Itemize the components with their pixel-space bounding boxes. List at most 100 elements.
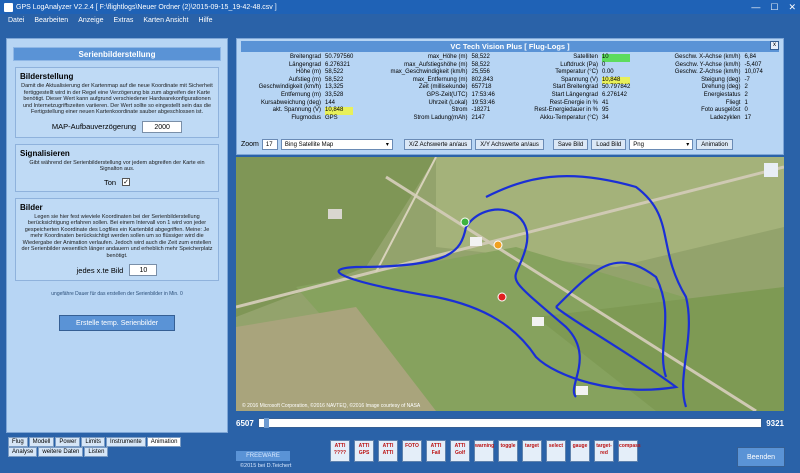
- battery-data-value: 6.276142: [601, 91, 627, 98]
- group-description: Damit die Aktualisierung der Kartenmap a…: [21, 83, 213, 115]
- menu-datei[interactable]: Datei: [8, 17, 24, 24]
- flight-data-label: Kursabweichung (deg): [260, 99, 321, 106]
- tool-icon-warning[interactable]: warning: [474, 440, 494, 462]
- flight-data-value: 33,528: [325, 91, 344, 98]
- interval-label: jedes x.te Bild: [76, 265, 124, 275]
- battery-data-label: Start Breitengrad: [552, 84, 598, 91]
- motion-data-value: 6,84: [744, 54, 757, 60]
- animation-button[interactable]: Animation: [696, 139, 733, 150]
- motion-data-value: 1: [744, 99, 748, 106]
- flight-data-value: 10,848: [325, 107, 354, 115]
- motion-data-value: -5,407: [744, 61, 762, 68]
- map-delay-input[interactable]: 2000: [142, 120, 183, 133]
- tab-flug[interactable]: Flug: [8, 437, 28, 447]
- map-settings-icon[interactable]: [764, 163, 778, 177]
- tab-listen[interactable]: Listen: [84, 447, 109, 457]
- signal-group: Signalisieren Gibt während der Serienbil…: [15, 143, 219, 192]
- battery-data-label: Spannung (V): [560, 76, 598, 83]
- battery-data-label: Akku-Temperatur (°C): [539, 114, 598, 121]
- create-series-button[interactable]: Erstelle temp. Serienbilder: [59, 315, 175, 331]
- duration-text: ungefähre Dauer für das erstellen der Se…: [51, 291, 183, 297]
- map-type-select[interactable]: Bing Satellite Map ▾: [280, 139, 393, 150]
- exit-button[interactable]: Beenden: [737, 447, 785, 467]
- menu-bar: Datei Bearbeiten Anzeige Extras Karten A…: [0, 14, 800, 27]
- tab-instrumente[interactable]: Instrumente: [106, 437, 146, 447]
- menu-bearbeiten[interactable]: Bearbeiten: [34, 17, 68, 24]
- flight-stats-value: 17:53:46: [471, 91, 495, 98]
- save-image-button[interactable]: Save Bild: [552, 139, 589, 150]
- tool-icon-toggle[interactable]: toggle: [498, 440, 518, 462]
- motion-data-value: 17: [744, 114, 752, 121]
- menu-anzeige[interactable]: Anzeige: [78, 17, 103, 24]
- menu-hilfe[interactable]: Hilfe: [198, 17, 212, 24]
- home-marker: [460, 217, 470, 227]
- motion-data-label: Fliegt: [725, 99, 741, 106]
- tool-icon-atti-golf[interactable]: ATTI Golf: [450, 440, 470, 462]
- motion-data-label: Geschw. X-Achse (km/h): [674, 54, 741, 60]
- bilderstellung-group: Bilderstellung Damit die Aktualisierung …: [15, 67, 219, 138]
- flight-stats-value: 19:53:46: [471, 99, 495, 106]
- satellite-map[interactable]: © 2016 Microsoft Corporation, ©2016 NAVT…: [236, 157, 784, 411]
- flight-stats-label: max_Geschwindigkeit (km/h): [390, 69, 468, 76]
- tool-icon-gauge[interactable]: gauge: [570, 440, 590, 462]
- menu-extras[interactable]: Extras: [114, 17, 134, 24]
- serienbild-panel: Serienbilderstellung Bilderstellung Dami…: [6, 38, 228, 433]
- flight-stats-label: Strom Ladung(mAh): [413, 114, 468, 121]
- tab-power[interactable]: Power: [55, 437, 81, 447]
- tool-icon-select[interactable]: select: [546, 440, 566, 462]
- panel-close-button[interactable]: x: [770, 41, 779, 50]
- map-type-value: Bing Satellite Map: [284, 142, 334, 148]
- battery-data-value: 0: [601, 61, 606, 68]
- flight-stats-label: max_Entfernung (m): [412, 76, 468, 83]
- format-value: Png: [633, 142, 644, 148]
- motion-data-label: Foto ausgelöst: [701, 107, 741, 114]
- slider-max-label: 9321: [766, 418, 784, 428]
- menu-karten-ansicht[interactable]: Karten Ansicht: [143, 17, 188, 24]
- tool-icon-foto[interactable]: FOTO: [402, 440, 422, 462]
- tab-analyse[interactable]: Analyse: [8, 447, 38, 457]
- load-image-button[interactable]: Load Bild: [591, 139, 627, 150]
- xy-axis-toggle-button[interactable]: X/Y Achswerte an/aus: [475, 139, 544, 150]
- group-heading: Bilder: [20, 202, 43, 212]
- zoom-input[interactable]: 17: [261, 139, 278, 150]
- tool-icon-target[interactable]: target: [522, 440, 542, 462]
- slider-thumb[interactable]: [263, 418, 269, 428]
- tab-animation[interactable]: Animation: [146, 437, 182, 447]
- position-slider[interactable]: [257, 418, 763, 428]
- tool-icon-atti[interactable]: ATTI ????: [330, 440, 350, 462]
- tool-icon-atti-fail[interactable]: ATTI Fail: [426, 440, 446, 462]
- tab-limits[interactable]: Limits: [81, 437, 106, 447]
- flight-data-label: Höhe (m): [295, 69, 321, 76]
- data-column-3: Satelliten Luftdruck (Pa) Temperatur (°C) S…: [520, 54, 655, 122]
- tab-modell[interactable]: Modell: [28, 437, 55, 447]
- battery-data-value: 41: [601, 99, 609, 106]
- xz-axis-toggle-button[interactable]: X/Z Achswerte an/aus: [403, 139, 473, 150]
- tool-icon-atti-atti[interactable]: ATTI ATTI: [378, 440, 398, 462]
- battery-data-value: 10: [601, 54, 631, 62]
- tool-icon-bar: ATTI ???? ATTI GPS ATTI ATTI FOTO ATTI Fail A…: [330, 440, 641, 462]
- tool-icon-compass[interactable]: compass: [618, 440, 641, 462]
- flight-data-label: Flugmodus: [291, 114, 321, 121]
- tab-weitere-daten[interactable]: weitere Daten: [38, 447, 84, 457]
- maximize-button[interactable]: ☐: [770, 2, 778, 13]
- flight-data-value: 6.276321: [325, 61, 351, 68]
- battery-data-label: Temperatur (°C): [555, 69, 598, 76]
- format-select[interactable]: Png ▾: [629, 139, 694, 150]
- battery-data-value: 0.00: [601, 69, 614, 76]
- tool-icon-atti-gps[interactable]: ATTI GPS: [354, 440, 374, 462]
- data-column-4: Geschw. X-Achse (km/h) Geschw. Y-Achse (k…: [654, 54, 779, 122]
- panel-title: VC Tech Vision Plus [ Flug-Logs ]: [241, 41, 779, 52]
- flight-data-label: Geschwindigkeit (km/h): [258, 84, 321, 91]
- data-column-2: max_Höhe (m) max_Aufstiegshöhe (m) max_Ges…: [376, 54, 520, 122]
- flight-data-value: 50.797560: [325, 54, 354, 60]
- minimize-button[interactable]: —: [751, 2, 760, 13]
- interval-input[interactable]: 10: [129, 264, 158, 276]
- close-button[interactable]: ✕: [788, 2, 796, 13]
- waypoint-marker: [576, 386, 588, 395]
- flight-stats-value: 58,522: [471, 61, 490, 68]
- position-slider-row: 6507 9321: [236, 416, 784, 430]
- waypoint-marker: [470, 237, 482, 246]
- flight-stats-label: GPS-Zeit(UTC): [426, 91, 468, 98]
- tool-icon-target-red[interactable]: target-red: [594, 440, 614, 462]
- sound-checkbox[interactable]: ✓: [122, 178, 131, 186]
